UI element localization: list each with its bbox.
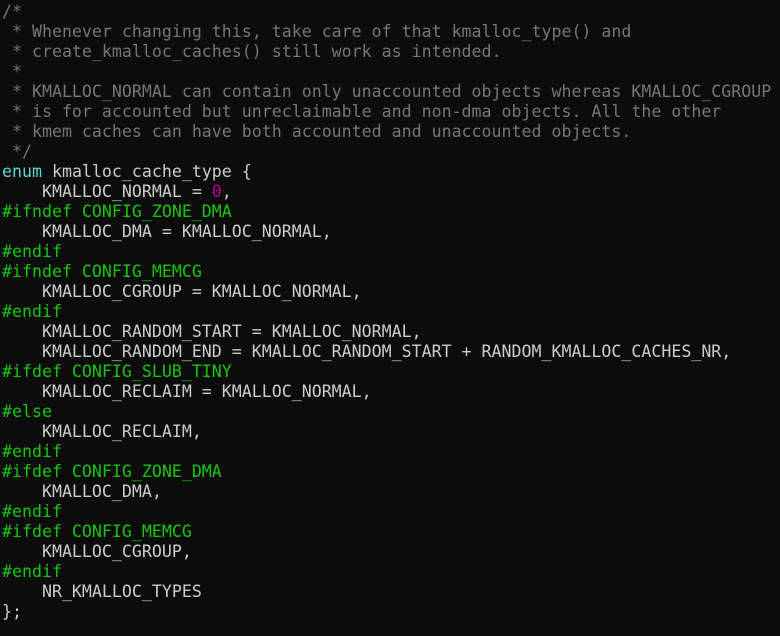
code-line[interactable]: /* — [2, 2, 780, 22]
code-line[interactable]: KMALLOC_NORMAL = 0, — [2, 182, 780, 202]
code-token-plain: KMALLOC_DMA, — [2, 482, 162, 501]
code-line[interactable]: * — [2, 62, 780, 82]
code-line[interactable]: */ — [2, 142, 780, 162]
code-line[interactable]: KMALLOC_DMA = KMALLOC_NORMAL, — [2, 222, 780, 242]
code-line[interactable]: * kmem caches can have both accounted an… — [2, 122, 780, 142]
code-token-preproc: #endif — [2, 442, 62, 461]
code-token-comment: * create_kmalloc_caches() still work as … — [2, 42, 502, 61]
code-token-preproc: #ifndef CONFIG_ZONE_DMA — [2, 202, 232, 221]
code-token-comment: * is for accounted but unreclaimable and… — [2, 102, 722, 121]
code-token-plain: KMALLOC_CGROUP = KMALLOC_NORMAL, — [2, 282, 362, 301]
code-line[interactable]: * KMALLOC_NORMAL can contain only unacco… — [2, 82, 780, 102]
code-line[interactable]: * is for accounted but unreclaimable and… — [2, 102, 780, 122]
code-token-preproc: #ifdef CONFIG_SLUB_TINY — [2, 362, 232, 381]
code-line[interactable]: #ifdef CONFIG_SLUB_TINY — [2, 362, 780, 382]
code-token-plain: KMALLOC_CGROUP, — [2, 542, 192, 561]
code-token-plain: , — [221, 182, 232, 201]
code-line[interactable]: #endif — [2, 562, 780, 582]
code-token-comment: * Whenever changing this, take care of t… — [2, 22, 632, 41]
code-token-preproc: #endif — [2, 502, 62, 521]
code-line[interactable]: KMALLOC_RECLAIM = KMALLOC_NORMAL, — [2, 382, 780, 402]
code-line[interactable]: #ifdef CONFIG_MEMCG — [2, 522, 780, 542]
code-token-preproc: #endif — [2, 242, 62, 261]
code-line[interactable]: KMALLOC_CGROUP, — [2, 542, 780, 562]
code-token-comment: */ — [2, 142, 32, 161]
code-editor[interactable]: /* * Whenever changing this, take care o… — [2, 2, 780, 636]
code-line[interactable]: KMALLOC_RANDOM_END = KMALLOC_RANDOM_STAR… — [2, 342, 780, 362]
code-line[interactable]: #endif — [2, 302, 780, 322]
code-token-preproc: #ifndef CONFIG_MEMCG — [2, 262, 202, 281]
code-line[interactable]: KMALLOC_DMA, — [2, 482, 780, 502]
code-token-preproc: #endif — [2, 562, 62, 581]
code-line[interactable]: #endif — [2, 442, 780, 462]
code-token-plain: }; — [2, 602, 22, 621]
code-line[interactable]: #ifndef CONFIG_MEMCG — [2, 262, 780, 282]
code-token-comment: * — [2, 62, 22, 81]
code-line[interactable]: KMALLOC_CGROUP = KMALLOC_NORMAL, — [2, 282, 780, 302]
code-line[interactable]: enum kmalloc_cache_type { — [2, 162, 780, 182]
code-token-comment: /* — [2, 2, 22, 21]
code-line[interactable]: #endif — [2, 502, 780, 522]
code-token-preproc: #else — [2, 402, 52, 421]
code-token-preproc: #ifdef CONFIG_MEMCG — [2, 522, 192, 541]
code-line[interactable]: #ifndef CONFIG_ZONE_DMA — [2, 202, 780, 222]
code-token-plain: NR_KMALLOC_TYPES — [2, 582, 202, 601]
code-token-plain: kmalloc_cache_type { — [41, 162, 252, 181]
code-line[interactable]: #endif — [2, 242, 780, 262]
code-line[interactable]: KMALLOC_RANDOM_START = KMALLOC_NORMAL, — [2, 322, 780, 342]
code-line[interactable]: * create_kmalloc_caches() still work as … — [2, 42, 780, 62]
code-token-keyword: enum — [2, 162, 42, 181]
code-token-preproc: #endif — [2, 302, 62, 321]
code-token-plain: KMALLOC_RANDOM_END = KMALLOC_RANDOM_STAR… — [2, 342, 732, 361]
code-line[interactable]: NR_KMALLOC_TYPES — [2, 582, 780, 602]
code-line[interactable]: KMALLOC_RECLAIM, — [2, 422, 780, 442]
code-line[interactable]: * Whenever changing this, take care of t… — [2, 22, 780, 42]
code-token-plain: KMALLOC_RECLAIM, — [2, 422, 202, 441]
code-line[interactable]: #ifdef CONFIG_ZONE_DMA — [2, 462, 780, 482]
code-token-plain: KMALLOC_RECLAIM = KMALLOC_NORMAL, — [2, 382, 372, 401]
code-line[interactable]: }; — [2, 602, 780, 622]
code-token-plain: KMALLOC_DMA = KMALLOC_NORMAL, — [2, 222, 332, 241]
code-line[interactable]: #else — [2, 402, 780, 422]
code-token-number: 0 — [211, 182, 222, 201]
code-token-plain: KMALLOC_NORMAL = — [2, 182, 212, 201]
code-token-comment: * kmem caches can have both accounted an… — [2, 122, 632, 141]
code-token-preproc: #ifdef CONFIG_ZONE_DMA — [2, 462, 222, 481]
code-token-plain: KMALLOC_RANDOM_START = KMALLOC_NORMAL, — [2, 322, 422, 341]
code-token-comment: * KMALLOC_NORMAL can contain only unacco… — [2, 82, 772, 101]
